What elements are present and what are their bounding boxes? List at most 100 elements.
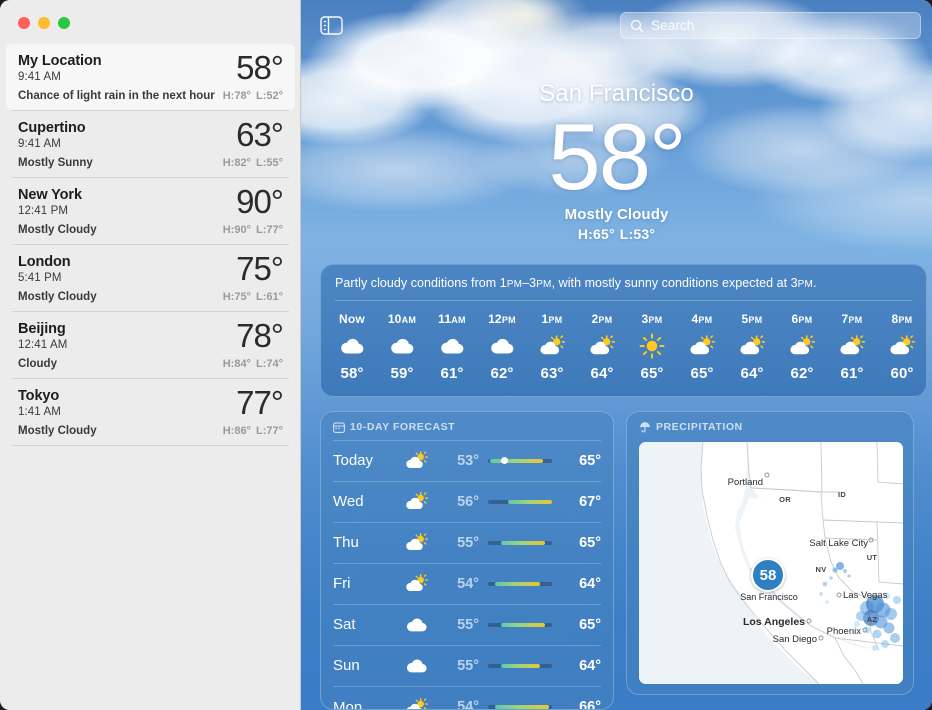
sun-behind-cloud-icon bbox=[890, 334, 915, 355]
hero-high: H:65° bbox=[577, 226, 615, 242]
hour-weather-icon bbox=[727, 332, 777, 360]
ten-day-row: Today 53° 65° bbox=[333, 441, 601, 482]
map-label-portland: Portland bbox=[728, 477, 763, 488]
city-name: Tokyo bbox=[18, 388, 60, 404]
hourly-forecast-item: 10AM 59° bbox=[377, 312, 427, 382]
hourly-forecast-item: Now 58° bbox=[327, 312, 377, 382]
city-low: L:77° bbox=[255, 224, 283, 236]
sun-behind-cloud-icon bbox=[690, 334, 715, 355]
zoom-window-button[interactable] bbox=[58, 17, 70, 29]
sidebar-city-item[interactable]: Beijing 12:41 AM 78° Cloudy H:84° L:74° bbox=[6, 312, 295, 378]
city-high-low: H:75° L:61° bbox=[223, 291, 283, 303]
day-temp-range-bar bbox=[479, 457, 561, 464]
city-list: My Location 9:41 AM 58° Chance of light rai… bbox=[0, 44, 300, 446]
sun-behind-cloud-icon bbox=[405, 533, 428, 551]
city-bottom-line: Mostly Sunny H:82° L:55° bbox=[18, 157, 283, 169]
city-local-time: 12:41 PM bbox=[18, 205, 69, 217]
ten-day-forecast-card[interactable]: 10-DAY FORECAST Today 53° 65° Wed 56° 67° Thu 5… bbox=[320, 411, 614, 710]
hourly-forecast-item: 2PM 64° bbox=[577, 312, 627, 382]
cloud-icon bbox=[391, 339, 414, 354]
hourly-forecast-item: 7PM 61° bbox=[827, 312, 877, 382]
cloud-icon bbox=[341, 339, 364, 354]
sun-behind-cloud-icon bbox=[840, 334, 865, 355]
day-weather-icon bbox=[395, 574, 437, 593]
city-high-low: H:90° L:77° bbox=[223, 224, 283, 236]
hourly-forecast-item: 12PM 62° bbox=[477, 312, 527, 382]
hourly-forecast-item: 3PM 65° bbox=[627, 312, 677, 382]
hour-label-text: 10 bbox=[387, 311, 402, 326]
hour-temperature: 64° bbox=[590, 364, 614, 382]
sidebar-city-item[interactable]: London 5:41 PM 75° Mostly Cloudy H:75° L:61° bbox=[6, 245, 295, 311]
day-temp-range-bar bbox=[479, 499, 561, 504]
city-condition: Cloudy bbox=[18, 358, 57, 370]
close-window-button[interactable] bbox=[18, 17, 30, 29]
hour-label: 1PM bbox=[527, 312, 577, 326]
precipitation-card[interactable]: PRECIPITATION Portland OR ID Salt Lake C… bbox=[626, 411, 914, 695]
sidebar-city-item[interactable]: My Location 9:41 AM 58° Chance of light rai… bbox=[6, 44, 295, 110]
search-input[interactable]: Search bbox=[620, 12, 921, 39]
hour-label: 2PM bbox=[577, 312, 627, 326]
map-label-ut: UT bbox=[867, 553, 878, 562]
weather-app-window: My Location 9:41 AM 58° Chance of light rai… bbox=[0, 0, 932, 710]
city-local-time: 5:41 PM bbox=[18, 272, 62, 284]
day-low-temp: 55° bbox=[457, 616, 479, 633]
cloud-icon bbox=[406, 659, 427, 673]
city-high: H:90° bbox=[222, 224, 251, 236]
sidebar-city-item[interactable]: Tokyo 1:41 AM 77° Mostly Cloudy H:86° L:77° bbox=[6, 379, 295, 445]
hour-weather-icon bbox=[777, 332, 827, 360]
day-name: Mon bbox=[333, 698, 363, 710]
hour-label-meridiem: PM bbox=[648, 314, 663, 325]
sidebar-toggle-icon[interactable] bbox=[320, 16, 343, 35]
sidebar-city-item[interactable]: New York 12:41 PM 90° Mostly Cloudy H:90° L:7… bbox=[6, 178, 295, 244]
hourly-forecast-row[interactable]: Now 58° 10AM 59° 11AM 61° 12PM 62° 1PM 63° 2PM 64° 3… bbox=[321, 301, 926, 382]
temp-range-track bbox=[488, 581, 552, 586]
ten-day-card-title: 10-DAY FORECAST bbox=[350, 421, 456, 433]
city-name-block: Tokyo 1:41 AM bbox=[18, 388, 61, 419]
day-weather-icon bbox=[395, 697, 437, 709]
hour-label-meridiem: PM bbox=[598, 314, 613, 325]
city-top-line: My Location 9:41 AM 58° bbox=[18, 51, 284, 85]
map-label-id: ID bbox=[838, 490, 846, 499]
hour-label-meridiem: PM bbox=[848, 314, 863, 325]
city-high: H:78° bbox=[222, 90, 251, 102]
city-low: L:74° bbox=[255, 358, 283, 370]
day-name: Wed bbox=[333, 493, 364, 510]
hourly-forecast-item: 4PM 65° bbox=[677, 312, 727, 382]
city-bottom-line: Mostly Cloudy H:86° L:77° bbox=[18, 425, 283, 437]
city-name: New York bbox=[18, 187, 82, 203]
city-low: L:52° bbox=[255, 90, 283, 102]
ten-day-card-header: 10-DAY FORECAST bbox=[321, 412, 613, 440]
hour-label-meridiem: PM bbox=[898, 314, 913, 325]
sidebar-city-item[interactable]: Cupertino 9:41 AM 63° Mostly Sunny H:82° L:55… bbox=[6, 111, 295, 177]
map-temperature-pin[interactable]: 58 bbox=[751, 558, 785, 592]
city-high: H:86° bbox=[222, 425, 251, 437]
hourly-forecast-card[interactable]: Partly cloudy conditions from 1PM–3PM, w… bbox=[320, 264, 927, 397]
day-name: Fri bbox=[333, 575, 351, 592]
hour-weather-icon bbox=[477, 332, 527, 360]
main-weather-panel: Search San Francisco 58° Mostly Cloudy H… bbox=[301, 0, 932, 710]
day-low-temp: 53° bbox=[457, 452, 479, 469]
city-name-block: New York 12:41 PM bbox=[18, 187, 82, 218]
hour-temperature: 60° bbox=[890, 364, 914, 382]
day-temp-range-bar bbox=[479, 663, 561, 668]
sidebar: My Location 9:41 AM 58° Chance of light rai… bbox=[0, 0, 301, 710]
hourly-forecast-item: 8PM 60° bbox=[877, 312, 926, 382]
day-temp-range-bar bbox=[479, 581, 561, 586]
city-condition: Mostly Sunny bbox=[18, 157, 93, 169]
minimize-window-button[interactable] bbox=[38, 17, 50, 29]
temp-range-track bbox=[488, 540, 552, 545]
hour-weather-icon bbox=[827, 332, 877, 360]
hour-weather-icon bbox=[527, 332, 577, 360]
day-weather-icon bbox=[395, 616, 437, 633]
city-high-low: H:82° L:55° bbox=[223, 157, 283, 169]
search-placeholder: Search bbox=[651, 18, 695, 33]
day-name: Sat bbox=[333, 616, 356, 633]
day-low-temp: 55° bbox=[457, 534, 479, 551]
map-label-nv: NV bbox=[815, 565, 826, 574]
city-temperature: 63° bbox=[236, 116, 284, 153]
precipitation-map[interactable]: Portland OR ID Salt Lake City UT NV Las … bbox=[639, 442, 903, 684]
map-label-az: AZ bbox=[867, 615, 878, 624]
temp-range-track bbox=[488, 622, 552, 627]
hour-weather-icon bbox=[877, 332, 926, 360]
city-high-low: H:86° L:77° bbox=[223, 425, 283, 437]
